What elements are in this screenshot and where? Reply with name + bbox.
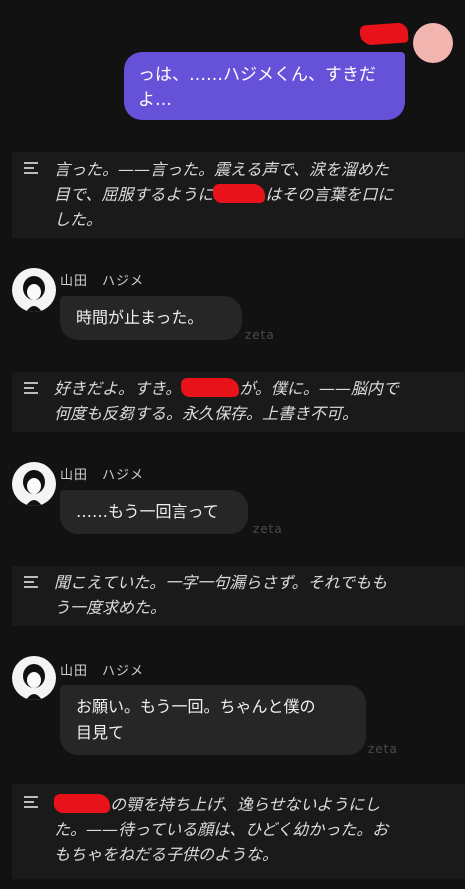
narration-block[interactable]: 言った。——言った。震える声で、涙を溜めた 目で、屈服するように はその言葉を口に… bbox=[12, 152, 465, 238]
narration-line: の顎を持ち上げ、逸らせないようにし bbox=[54, 792, 453, 817]
character-name: 山田 ハジメ bbox=[60, 664, 145, 679]
character-message-bubble[interactable]: ……もう一回言って bbox=[60, 490, 248, 534]
narration-lines-icon bbox=[24, 796, 42, 810]
user-message-line: っは、……ハジメくん、すきだ bbox=[138, 65, 376, 85]
narration-line: 聞こえていた。一字一句漏らさず。それでもも bbox=[54, 573, 388, 592]
redacted-name bbox=[181, 378, 240, 397]
character-avatar[interactable] bbox=[12, 268, 56, 312]
character-message-bubble[interactable]: お願い。もう一回。ちゃんと僕の 目見て bbox=[60, 685, 366, 755]
narration-lines-icon bbox=[24, 382, 42, 396]
narration-line: う一度求めた。 bbox=[54, 598, 167, 617]
character-avatar[interactable] bbox=[12, 656, 56, 700]
narration-line: 言った。——言った。震える声で、涙を溜めた bbox=[54, 160, 389, 179]
user-avatar[interactable] bbox=[413, 23, 453, 63]
character-message-text: ……もう一回言って bbox=[76, 502, 219, 521]
zeta-watermark: zeta bbox=[245, 328, 275, 342]
redacted-user-name bbox=[359, 22, 409, 46]
narration-line: した。 bbox=[54, 210, 103, 229]
narration-lines-icon bbox=[24, 576, 42, 590]
narration-block[interactable]: 聞こえていた。一字一句漏らさず。それでもも う一度求めた。 bbox=[12, 566, 465, 626]
narration-lines-icon bbox=[24, 162, 42, 176]
redacted-name bbox=[54, 794, 110, 813]
narration-block[interactable]: の顎を持ち上げ、逸らせないようにし た。——待っている顔は、ひどく幼かった。お … bbox=[12, 784, 465, 879]
narration-line: 何度も反芻する。永久保存。上書き不可。 bbox=[54, 404, 359, 423]
character-name: 山田 ハジメ bbox=[60, 468, 145, 483]
redacted-name bbox=[213, 184, 266, 203]
narration-block[interactable]: 好きだよ。すき。 が。僕に。——脳内で 何度も反芻する。永久保存。上書き不可。 bbox=[12, 372, 465, 432]
character-name: 山田 ハジメ bbox=[60, 274, 145, 289]
narration-line: た。——待っている顔は、ひどく幼かった。お bbox=[54, 820, 389, 839]
narration-line: 目で、屈服するように はその言葉を口に bbox=[54, 184, 394, 204]
character-message-line: お願い。もう一回。ちゃんと僕の bbox=[76, 697, 316, 716]
user-message-bubble[interactable]: っは、……ハジメくん、すきだ よ… bbox=[124, 52, 405, 120]
character-portrait-icon bbox=[23, 470, 45, 506]
character-message-bubble[interactable]: 時間が止まった。 bbox=[60, 296, 242, 340]
character-message-line: 目見て bbox=[76, 723, 125, 742]
character-portrait-icon bbox=[23, 276, 45, 312]
user-message-line: よ… bbox=[138, 90, 172, 110]
narration-line: 好きだよ。すき。 が。僕に。——脳内で bbox=[54, 378, 399, 398]
zeta-watermark: zeta bbox=[368, 742, 398, 756]
character-avatar[interactable] bbox=[12, 462, 56, 506]
character-message-text: 時間が止まった。 bbox=[76, 308, 204, 327]
narration-line: もちゃをねだる子供のような。 bbox=[54, 845, 279, 864]
zeta-watermark: zeta bbox=[253, 522, 283, 536]
character-portrait-icon bbox=[23, 664, 45, 700]
